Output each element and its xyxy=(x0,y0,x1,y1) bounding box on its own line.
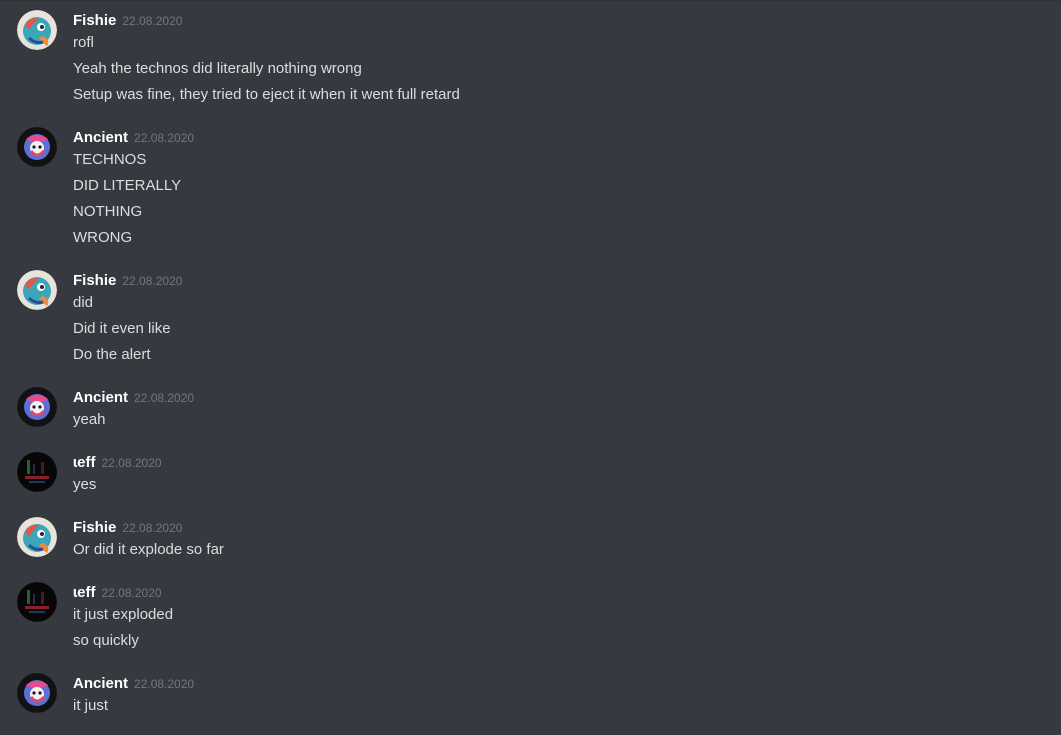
fishie-avatar[interactable] xyxy=(17,517,57,557)
message-text: rofl xyxy=(73,34,94,51)
timestamp: 22.08.2020 xyxy=(101,586,162,600)
message-header: Ancient 22.08.2020 xyxy=(73,387,194,409)
chat-message-list: Fishie 22.08.2020 rofl Yeah the technos d… xyxy=(0,0,1061,735)
message-header: ɩeff 22.08.2020 xyxy=(73,582,162,604)
message-header: Fishie 22.08.2020 xyxy=(73,10,182,32)
message-text: so quickly xyxy=(73,632,139,649)
message-text: it just exploded xyxy=(73,606,174,623)
timestamp: 22.08.2020 xyxy=(122,14,183,28)
username[interactable]: Ancient xyxy=(73,675,128,692)
username[interactable]: Fishie xyxy=(73,272,116,289)
timestamp: 22.08.2020 xyxy=(134,131,195,145)
message-text: Setup was fine, they tried to eject it w… xyxy=(73,86,460,103)
message-text: it just xyxy=(73,697,109,714)
message-text: Or did it explode so far xyxy=(73,541,224,558)
message-text: Yeah the technos did literally nothing w… xyxy=(73,60,362,77)
jeff-avatar[interactable] xyxy=(17,452,57,492)
fishie-avatar[interactable] xyxy=(17,270,57,310)
message-text: TECHNOS xyxy=(73,151,147,168)
message-text: did xyxy=(73,294,94,311)
timestamp: 22.08.2020 xyxy=(134,677,195,691)
message-text: yes xyxy=(73,476,97,493)
username[interactable]: ɩeff xyxy=(73,454,96,471)
timestamp: 22.08.2020 xyxy=(134,391,195,405)
username[interactable]: Fishie xyxy=(73,12,116,29)
timestamp: 22.08.2020 xyxy=(122,274,183,288)
message-text: Do the alert xyxy=(73,346,151,363)
username[interactable]: Ancient xyxy=(73,129,128,146)
ancient-avatar[interactable] xyxy=(17,673,57,713)
message-text: yeah xyxy=(73,411,106,428)
jeff-avatar[interactable] xyxy=(17,582,57,622)
message-header: ɩeff 22.08.2020 xyxy=(73,452,162,474)
message-header: Fishie 22.08.2020 xyxy=(73,270,182,292)
timestamp: 22.08.2020 xyxy=(101,456,162,470)
username[interactable]: Fishie xyxy=(73,519,116,536)
timestamp: 22.08.2020 xyxy=(122,521,183,535)
message-text: Did it even like xyxy=(73,320,171,337)
message-text: DID LITERALLY xyxy=(73,177,182,194)
message-text: NOTHING xyxy=(73,203,143,220)
ancient-avatar[interactable] xyxy=(17,127,57,167)
message-header: Fishie 22.08.2020 xyxy=(73,517,182,539)
fishie-avatar[interactable] xyxy=(17,10,57,50)
ancient-avatar[interactable] xyxy=(17,387,57,427)
message-header: Ancient 22.08.2020 xyxy=(73,127,194,149)
username[interactable]: ɩeff xyxy=(73,584,96,601)
message-header: Ancient 22.08.2020 xyxy=(73,673,194,695)
message-text: WRONG xyxy=(73,229,133,246)
username[interactable]: Ancient xyxy=(73,389,128,406)
